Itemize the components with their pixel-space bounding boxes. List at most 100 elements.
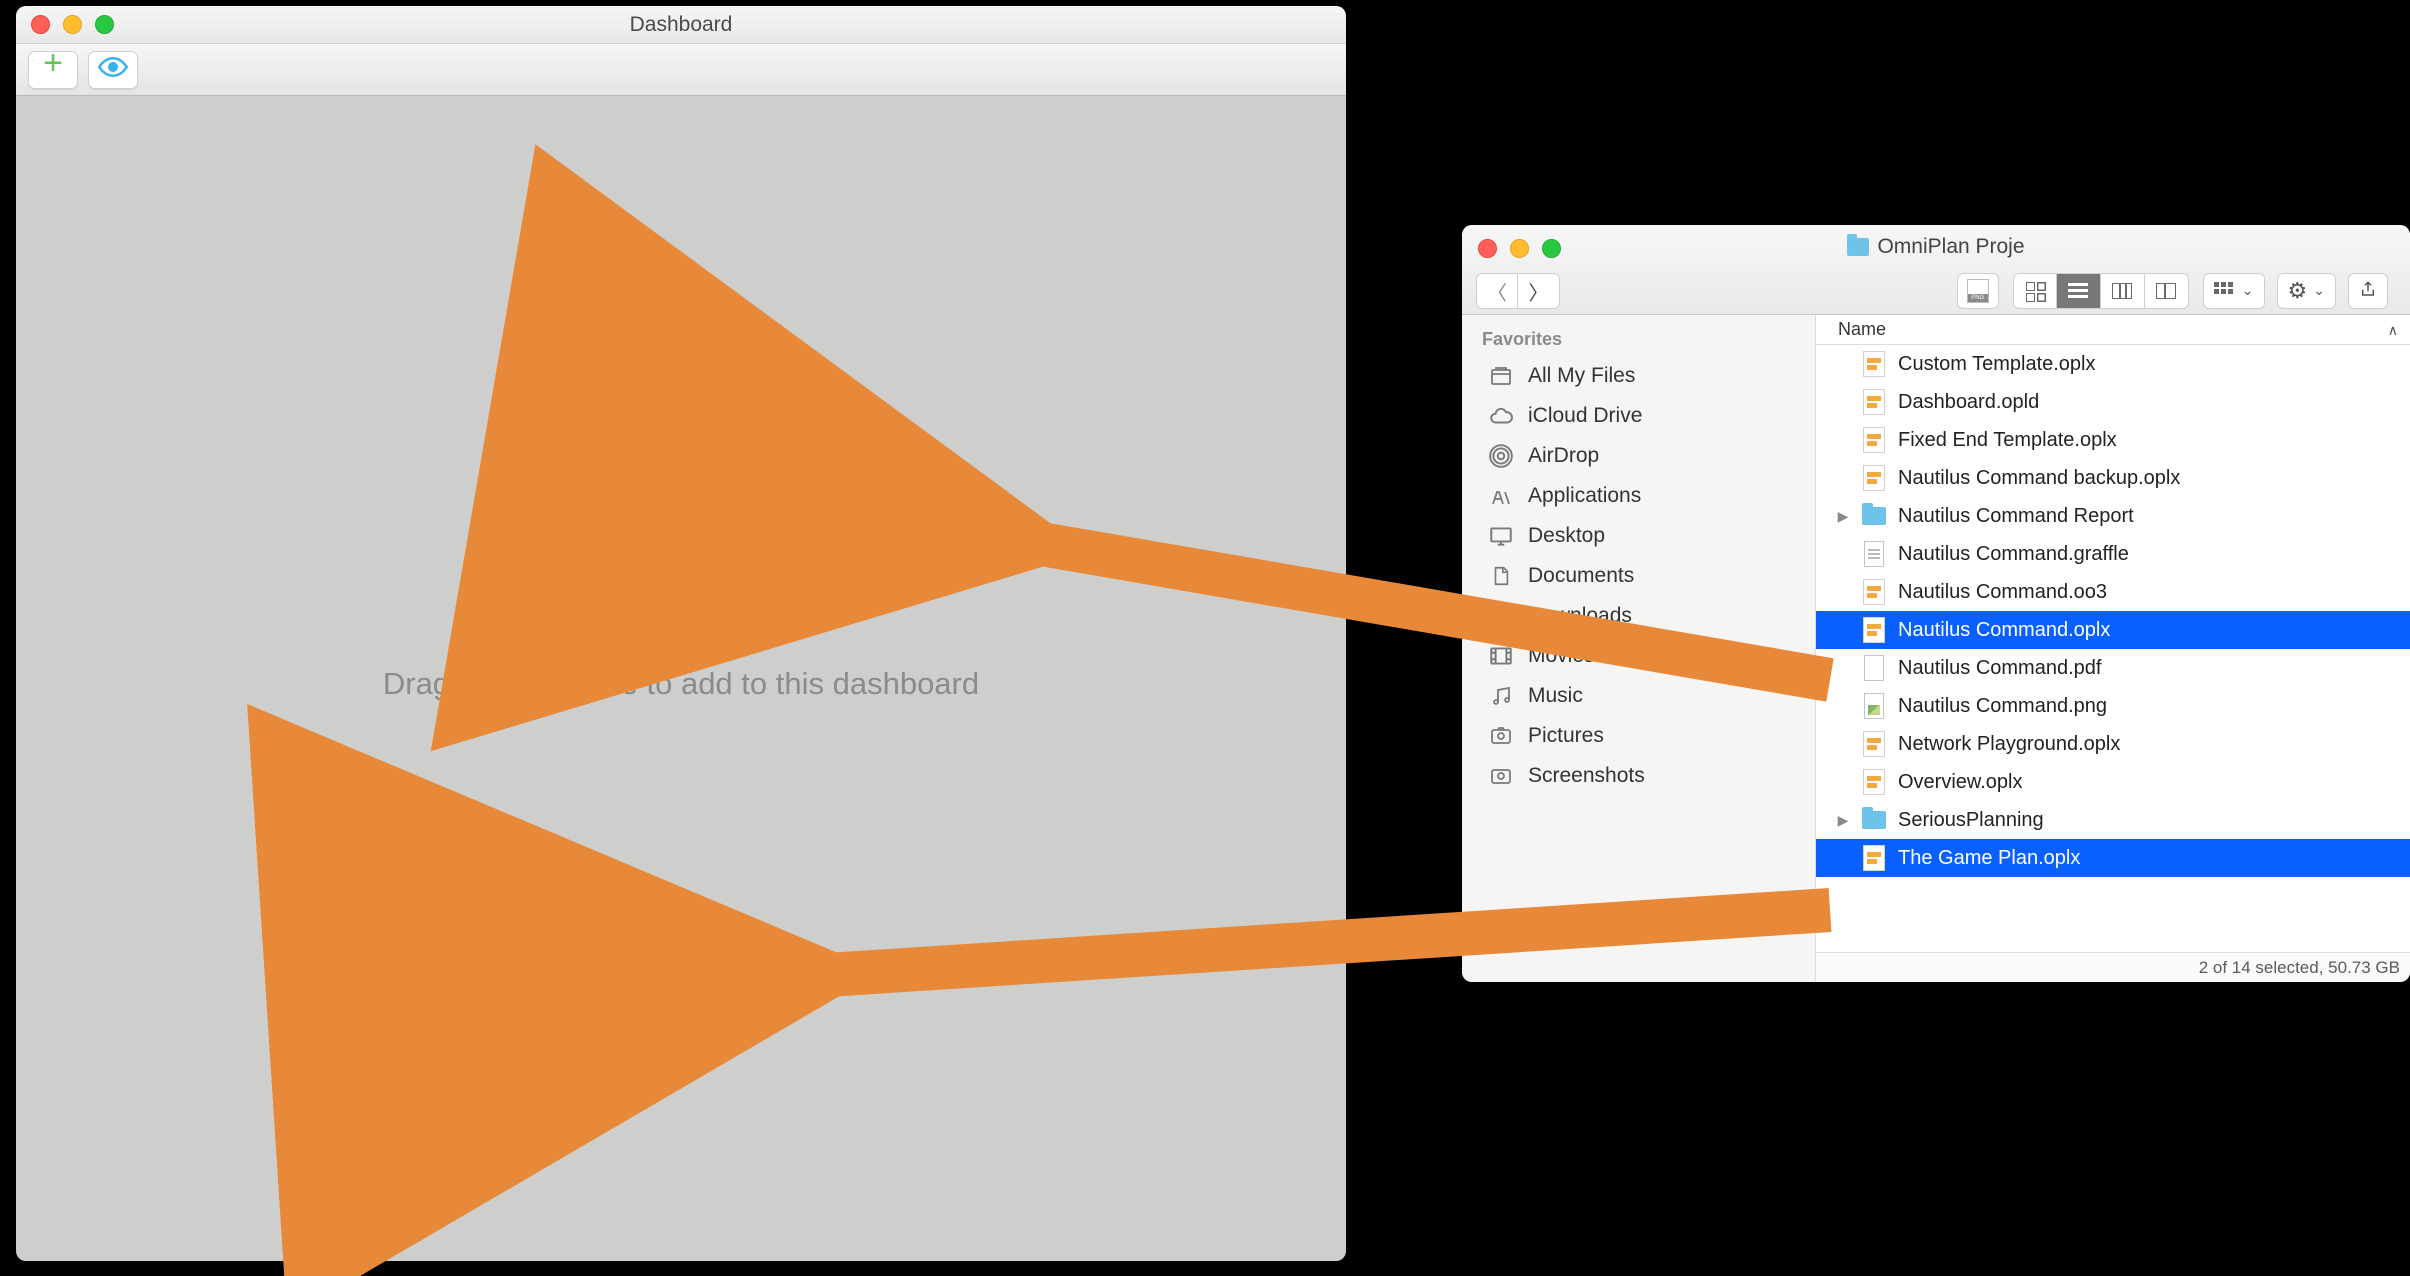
pdf-icon (1864, 655, 1884, 681)
file-name: Overview.oplx (1898, 771, 2023, 794)
traffic-lights (31, 15, 114, 34)
plus-icon (43, 61, 63, 79)
finder-sidebar: Favorites All My Files iCloud Drive AirDro… (1462, 315, 1816, 982)
file-name: Nautilus Command Report (1898, 505, 2134, 528)
column-name-label: Name (1838, 319, 1886, 340)
finder-titlebar[interactable]: OmniPlan Proje 〈 〉 (1462, 225, 2410, 315)
grid-icon (2026, 282, 2044, 300)
dashboard-window: Dashboard Drag projects here to add to t… (16, 6, 1346, 1261)
folder-icon (1847, 238, 1869, 256)
file-name: Nautilus Command.graffle (1898, 543, 2129, 566)
sidebar-item-screenshots[interactable]: Screenshots (1462, 756, 1815, 796)
minimize-icon[interactable] (63, 15, 82, 34)
sidebar-item-label: Documents (1528, 564, 1634, 588)
pictures-icon (1488, 723, 1514, 749)
quicklook-button[interactable] (1957, 273, 1999, 309)
preview-button[interactable] (88, 51, 138, 89)
sort-indicator-icon[interactable] (2388, 319, 2398, 340)
file-name: Nautilus Command.oo3 (1898, 581, 2107, 604)
folder-icon (1862, 507, 1886, 525)
dashboard-titlebar[interactable]: Dashboard (16, 6, 1346, 44)
list-icon (2068, 283, 2088, 299)
arrange-button[interactable] (2203, 273, 2265, 309)
sidebar-item-pictures[interactable]: Pictures (1462, 716, 1815, 756)
applications-icon (1488, 483, 1514, 509)
desktop-icon (1488, 523, 1514, 549)
file-row[interactable]: Nautilus Command.png (1816, 687, 2410, 725)
forward-button[interactable]: 〉 (1518, 273, 1560, 309)
column-view-button[interactable] (2101, 273, 2145, 309)
sidebar-item-label: Downloads (1528, 604, 1632, 628)
add-button[interactable] (28, 51, 78, 89)
back-button[interactable]: 〈 (1476, 273, 1518, 309)
favorites-header: Favorites (1462, 323, 1815, 356)
disclosure-triangle-icon[interactable]: ▶ (1836, 508, 1850, 525)
omniplan-file-icon (1863, 617, 1885, 643)
file-row[interactable]: Dashboard.opld (1816, 383, 2410, 421)
document-icon (1864, 541, 1884, 567)
finder-window: OmniPlan Proje 〈 〉 (1462, 225, 2410, 982)
finder-title-text: OmniPlan Proje (1877, 235, 2024, 259)
icon-view-button[interactable] (2013, 273, 2057, 309)
file-row[interactable]: Nautilus Command backup.oplx (1816, 459, 2410, 497)
sidebar-item-icloud[interactable]: iCloud Drive (1462, 396, 1815, 436)
file-row[interactable]: The Game Plan.oplx (1816, 839, 2410, 877)
list-view-button[interactable] (2057, 273, 2101, 309)
sidebar-item-label: Music (1528, 684, 1583, 708)
omniplan-file-icon (1863, 769, 1885, 795)
file-row[interactable]: Overview.oplx (1816, 763, 2410, 801)
finder-toolbar: 〈 〉 (1476, 273, 2400, 309)
disclosure-triangle-icon[interactable]: ▶ (1836, 812, 1850, 829)
omniplan-file-icon (1863, 351, 1885, 377)
all-my-files-icon (1488, 363, 1514, 389)
sidebar-item-label: Pictures (1528, 724, 1604, 748)
sidebar-item-documents[interactable]: Documents (1462, 556, 1815, 596)
icloud-icon (1488, 403, 1514, 429)
arrange-icon (2214, 282, 2236, 300)
file-row[interactable]: Nautilus Command.graffle (1816, 535, 2410, 573)
zoom-icon[interactable] (95, 15, 114, 34)
screenshots-icon (1488, 763, 1514, 789)
sidebar-item-airdrop[interactable]: AirDrop (1462, 436, 1815, 476)
file-row[interactable]: Fixed End Template.oplx (1816, 421, 2410, 459)
sidebar-item-music[interactable]: Music (1462, 676, 1815, 716)
omniplan-file-icon (1863, 579, 1885, 605)
file-row[interactable]: ▶SeriousPlanning (1816, 801, 2410, 839)
column-header[interactable]: Name (1816, 315, 2410, 345)
downloads-icon (1488, 603, 1514, 629)
file-list[interactable]: Custom Template.oplx Dashboard.opld Fixed … (1816, 345, 2410, 952)
file-row[interactable]: Nautilus Command.oo3 (1816, 573, 2410, 611)
png-file-icon (1967, 279, 1989, 303)
file-row[interactable]: ▶ Nautilus Command Report (1816, 497, 2410, 535)
file-row[interactable]: Network Playground.oplx (1816, 725, 2410, 763)
eye-icon (98, 52, 128, 87)
dashboard-drop-area[interactable]: Drag projects here to add to this dashbo… (16, 96, 1346, 1261)
music-icon (1488, 683, 1514, 709)
coverflow-view-button[interactable] (2145, 273, 2189, 309)
gear-icon (2288, 278, 2308, 304)
file-row[interactable]: Nautilus Command.oplx (1816, 611, 2410, 649)
file-row[interactable]: Custom Template.oplx (1816, 345, 2410, 383)
dashboard-toolbar (16, 44, 1346, 96)
documents-icon (1488, 563, 1514, 589)
finder-body: Favorites All My Files iCloud Drive AirDro… (1462, 315, 2410, 982)
file-pane: Name Custom Template.oplx Dashboard.opld F… (1816, 315, 2410, 982)
sidebar-item-label: iCloud Drive (1528, 404, 1642, 428)
file-row[interactable]: Nautilus Command.pdf (1816, 649, 2410, 687)
sidebar-item-applications[interactable]: Applications (1462, 476, 1815, 516)
share-button[interactable] (2348, 273, 2388, 309)
action-button[interactable] (2277, 273, 2336, 309)
file-name: Network Playground.oplx (1898, 733, 2120, 756)
file-name: Nautilus Command.oplx (1898, 619, 2110, 642)
sidebar-item-downloads[interactable]: Downloads (1462, 596, 1815, 636)
close-icon[interactable] (31, 15, 50, 34)
sidebar-item-desktop[interactable]: Desktop (1462, 516, 1815, 556)
window-title: Dashboard (16, 13, 1346, 37)
omniplan-file-icon (1863, 465, 1885, 491)
view-mode-segment (2013, 273, 2189, 309)
sidebar-item-all-my-files[interactable]: All My Files (1462, 356, 1815, 396)
sidebar-item-movies[interactable]: Movies (1462, 636, 1815, 676)
chevron-down-icon (2313, 281, 2325, 302)
file-name: Dashboard.opld (1898, 391, 2039, 414)
file-name: Fixed End Template.oplx (1898, 429, 2117, 452)
